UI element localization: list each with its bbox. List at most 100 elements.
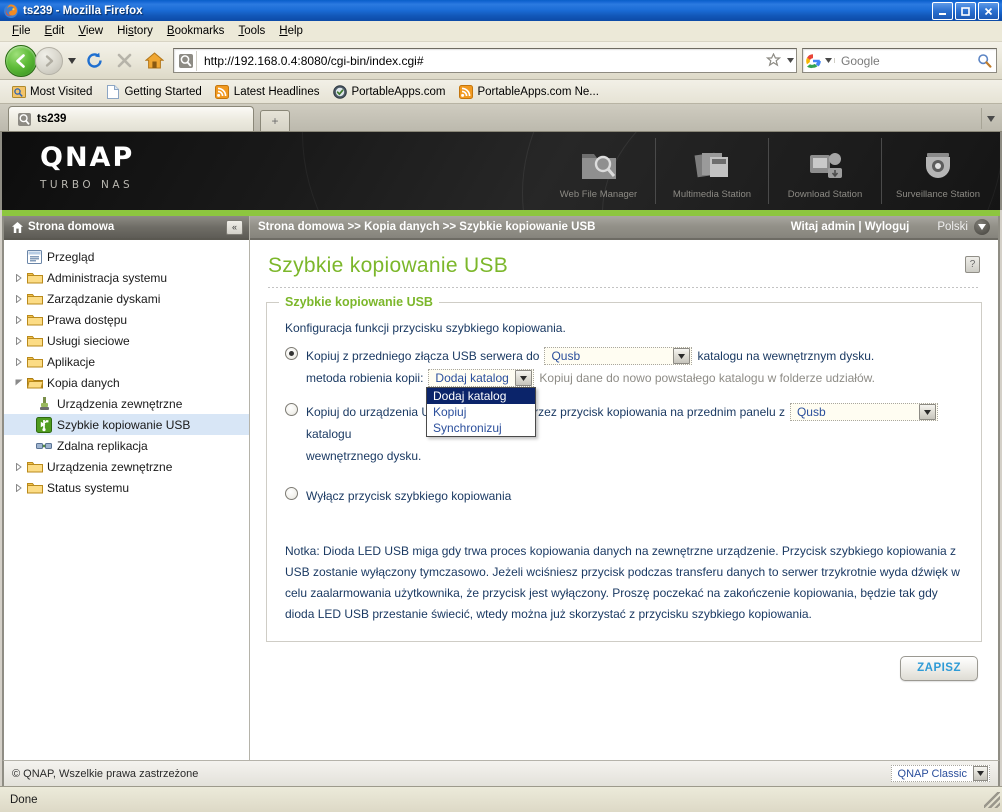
radio-option-1[interactable] xyxy=(285,347,298,360)
sidebar-item-uslugi-sieciowe[interactable]: Usługi sieciowe xyxy=(4,330,249,351)
menu-history[interactable]: History xyxy=(110,23,160,39)
chevron-down-icon[interactable] xyxy=(12,379,25,386)
bookmark-latest-headlines[interactable]: Latest Headlines xyxy=(210,83,325,100)
camera-icon xyxy=(917,146,959,186)
station-web-file-manager[interactable]: Web File Manager xyxy=(542,138,655,204)
bookmark-portableapps-news[interactable]: PortableApps.com Ne... xyxy=(453,83,603,100)
tab-favicon-icon xyxy=(16,111,32,127)
menu-tools[interactable]: Tools xyxy=(231,23,272,39)
target-folder-value: Qusb xyxy=(551,349,581,363)
sidebar-item-aplikacje[interactable]: Aplikacje xyxy=(4,351,249,372)
new-tab-button[interactable]: + xyxy=(260,110,290,131)
menu-view[interactable]: View xyxy=(71,23,110,39)
breadcrumb: Strona domowa >> Kopia danych >> Szybkie… xyxy=(258,221,596,233)
quick-copy-fieldset: Szybkie kopiowanie USB Konfiguracja funk… xyxy=(266,295,982,642)
chevron-down-icon[interactable] xyxy=(515,370,533,386)
station-surveillance[interactable]: Surveillance Station xyxy=(881,138,994,204)
bookmark-portableapps[interactable]: PortableApps.com xyxy=(327,83,450,100)
home-icon[interactable] xyxy=(141,48,167,74)
theme-select[interactable]: QNAP Classic xyxy=(890,765,990,782)
sidebar-collapse-button[interactable]: « xyxy=(226,219,243,235)
station-multimedia[interactable]: Multimedia Station xyxy=(655,138,768,204)
url-bar[interactable]: http://192.168.0.4:8080/cgi-bin/index.cg… xyxy=(173,48,797,73)
theme-value: QNAP Classic xyxy=(897,767,967,780)
multimedia-icon xyxy=(691,146,733,186)
rss-icon xyxy=(458,84,473,99)
menu-help[interactable]: Help xyxy=(272,23,310,39)
back-icon[interactable] xyxy=(5,44,37,77)
option1-line2: metoda robienia kopii: Dodaj katalog Kop… xyxy=(306,367,967,437)
sidebar-item-zdalna-replikacja[interactable]: Zdalna replikacja xyxy=(4,435,249,456)
sidebar-item-prawa-dostepu[interactable]: Prawa dostępu xyxy=(4,309,249,330)
sidebar-item-label: Szybkie kopiowanie USB xyxy=(57,417,191,432)
chevron-right-icon[interactable] xyxy=(12,315,25,324)
url-text[interactable]: http://192.168.0.4:8080/cgi-bin/index.cg… xyxy=(199,54,762,68)
dropdown-option-synchronizuj[interactable]: Synchronizuj xyxy=(427,420,535,436)
chevron-down-icon[interactable] xyxy=(673,348,691,364)
tab-list-button[interactable] xyxy=(981,108,1000,129)
history-dropdown-icon[interactable] xyxy=(65,57,78,64)
folder-icon xyxy=(25,460,44,473)
browser-window: ts239 - Mozilla Firefox FFileile Edit Vi… xyxy=(0,0,1002,812)
page-content: Strona domowa « Przegląd Administracja s… xyxy=(2,216,1000,760)
language-dropdown-icon[interactable] xyxy=(974,219,990,235)
reload-icon[interactable] xyxy=(81,48,107,74)
chevron-right-icon[interactable] xyxy=(12,357,25,366)
sidebar-item-administracja-systemu[interactable]: Administracja systemu xyxy=(4,267,249,288)
search-input[interactable]: Google xyxy=(835,54,972,68)
chevron-right-icon[interactable] xyxy=(12,273,25,282)
menu-edit[interactable]: Edit xyxy=(38,23,72,39)
save-button[interactable]: ZAPISZ xyxy=(900,655,978,681)
station-download[interactable]: Download Station xyxy=(768,138,881,204)
sidebar-item-urzadzenia-zewnetrzne[interactable]: Urządzenia zewnętrzne xyxy=(4,456,249,477)
source-folder-select[interactable]: Qusb xyxy=(789,403,938,421)
sidebar-item-szybkie-kopiowanie-usb[interactable]: Szybkie kopiowanie USB xyxy=(4,414,249,435)
minimize-button[interactable] xyxy=(932,2,953,20)
search-magnifier-icon[interactable] xyxy=(972,53,996,68)
chevron-right-icon[interactable] xyxy=(12,294,25,303)
copy-method-select[interactable]: Dodaj katalog xyxy=(428,369,535,387)
user-session[interactable]: Witaj admin | Wyloguj xyxy=(791,221,910,233)
help-button[interactable]: ? xyxy=(965,256,980,273)
usb-device-icon xyxy=(34,396,54,411)
overview-icon xyxy=(25,249,44,264)
copyright-text: © QNAP, Wszelkie prawa zastrzeżone xyxy=(12,767,199,780)
chevron-right-icon[interactable] xyxy=(12,462,25,471)
chevron-down-icon[interactable] xyxy=(973,766,988,781)
copy-method-dropdown-list[interactable]: Dodaj katalog Kopiuj Synchronizuj xyxy=(426,387,536,437)
radio-option-2[interactable] xyxy=(285,403,298,416)
menu-file[interactable]: FFileile xyxy=(5,23,38,39)
page-header: Szybkie kopiowanie USB ? xyxy=(250,240,998,278)
tab-ts239[interactable]: ts239 xyxy=(8,106,254,131)
search-engine-dropdown-icon[interactable] xyxy=(823,58,835,63)
sidebar-item-urzadzenia-zewnetrzne-sub[interactable]: Urządzenia zewnętrzne xyxy=(4,393,249,414)
option2-line1: Kopiuj do urządzenia USB podłączonego pr… xyxy=(306,401,967,445)
url-dropdown-icon[interactable] xyxy=(784,58,796,63)
target-folder-select[interactable]: Qusb xyxy=(544,347,693,365)
chevron-right-icon[interactable] xyxy=(12,483,25,492)
dropdown-option-kopiuj[interactable]: Kopiuj xyxy=(427,404,535,420)
sidebar-item-label: Urządzenia zewnętrzne xyxy=(47,459,173,474)
bookmark-label: PortableApps.com Ne... xyxy=(477,85,599,98)
bookmark-star-icon[interactable] xyxy=(762,53,784,68)
sidebar-item-przeglad[interactable]: Przegląd xyxy=(4,246,249,267)
chevron-right-icon[interactable] xyxy=(12,336,25,345)
sidebar-header: Strona domowa « xyxy=(4,216,249,240)
dropdown-option-dodaj-katalog[interactable]: Dodaj katalog xyxy=(427,388,535,404)
usb-note: Notka: Dioda LED USB miga gdy trwa proce… xyxy=(285,544,960,621)
option-row-1: Kopiuj z przedniego złącza USB serwera d… xyxy=(281,345,967,437)
maximize-button[interactable] xyxy=(955,2,976,20)
sidebar-item-zarzadzanie-dyskami[interactable]: Zarządzanie dyskami xyxy=(4,288,249,309)
chevron-down-icon[interactable] xyxy=(918,404,936,420)
sidebar-item-status-systemu[interactable]: Status systemu xyxy=(4,477,249,498)
close-button[interactable] xyxy=(978,2,999,20)
bookmark-most-visited[interactable]: Most Visited xyxy=(6,83,97,100)
menu-bookmarks[interactable]: Bookmarks xyxy=(160,23,232,39)
resize-grip[interactable] xyxy=(984,791,1000,808)
search-bar[interactable]: Google xyxy=(802,48,997,73)
radio-option-3[interactable] xyxy=(285,487,298,500)
sidebar-item-kopia-danych[interactable]: Kopia danych xyxy=(4,372,249,393)
folder-icon xyxy=(25,271,44,284)
bookmark-getting-started[interactable]: Getting Started xyxy=(100,83,206,100)
sidebar-item-label: Usługi sieciowe xyxy=(47,333,130,348)
